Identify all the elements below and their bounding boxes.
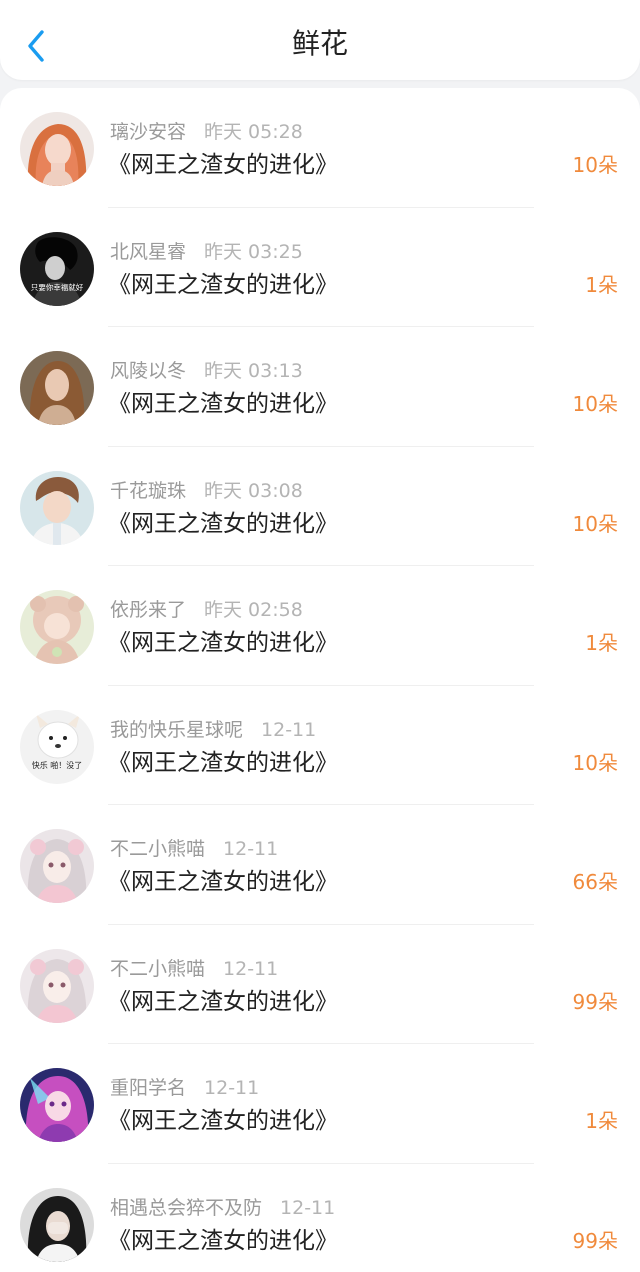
book-title[interactable]: 《网王之渣女的进化》 bbox=[108, 389, 338, 419]
avatar[interactable]: 只要你幸福就好 bbox=[20, 231, 94, 306]
book-title[interactable]: 《网王之渣女的进化》 bbox=[108, 1106, 338, 1136]
flower-count: 1朵 bbox=[585, 631, 618, 655]
sender-meta: 不二小熊喵 12-11 bbox=[110, 837, 278, 861]
sender-meta: 千花璇珠 昨天 03:08 bbox=[110, 479, 303, 503]
timestamp: 12-11 bbox=[204, 1077, 260, 1099]
sender-name[interactable]: 重阳学名 bbox=[110, 1077, 186, 1099]
sender-name[interactable]: 北风星睿 bbox=[110, 241, 186, 263]
book-title[interactable]: 《网王之渣女的进化》 bbox=[108, 987, 338, 1017]
sender-name[interactable]: 我的快乐星球呢 bbox=[110, 719, 243, 741]
list-item[interactable]: 千花璇珠 昨天 03:08 《网王之渣女的进化》 10朵 bbox=[0, 447, 640, 567]
flower-count: 66朵 bbox=[572, 870, 618, 894]
top-bar: 鲜花 bbox=[0, 0, 640, 80]
avatar[interactable] bbox=[20, 1068, 94, 1142]
flower-list[interactable]: 璃沙安容 昨天 05:28 《网王之渣女的进化》 10朵 只要你幸福就好 北风星睿… bbox=[0, 88, 640, 1272]
book-title[interactable]: 《网王之渣女的进化》 bbox=[108, 628, 338, 658]
avatar-caption: 只要你幸福就好 bbox=[31, 282, 84, 292]
list-item[interactable]: 不二小熊喵 12-11 《网王之渣女的进化》 99朵 bbox=[0, 925, 640, 1045]
list-item[interactable]: 依彤来了 昨天 02:58 《网王之渣女的进化》 1朵 bbox=[0, 566, 640, 686]
list-item[interactable]: 璃沙安容 昨天 05:28 《网王之渣女的进化》 10朵 bbox=[0, 88, 640, 208]
avatar-caption: 快乐 啪！没了 bbox=[32, 760, 83, 770]
timestamp: 昨天 03:13 bbox=[204, 360, 303, 382]
list-item[interactable]: 只要你幸福就好 北风星睿 昨天 03:25 《网王之渣女的进化》 1朵 bbox=[0, 208, 640, 328]
flower-count: 10朵 bbox=[572, 392, 618, 416]
flower-count: 1朵 bbox=[585, 1109, 618, 1133]
sender-name[interactable]: 璃沙安容 bbox=[110, 121, 186, 143]
flower-count: 99朵 bbox=[572, 989, 618, 1014]
avatar[interactable] bbox=[20, 112, 94, 186]
page-title: 鲜花 bbox=[291, 27, 348, 60]
timestamp: 12-11 bbox=[223, 957, 279, 980]
list-item[interactable]: 相遇总会猝不及防 12-11 《网王之渣女的进化》 99朵 bbox=[0, 1164, 640, 1272]
sender-meta: 北风星睿 昨天 03:25 bbox=[110, 240, 303, 264]
avatar[interactable] bbox=[20, 1187, 94, 1262]
sender-meta: 璃沙安容 昨天 05:28 bbox=[110, 120, 303, 144]
flower-count: 10朵 bbox=[572, 153, 618, 177]
sender-meta: 相遇总会猝不及防 12-11 bbox=[110, 1196, 335, 1220]
sender-name[interactable]: 不二小熊喵 bbox=[110, 838, 205, 860]
list-item[interactable]: 不二小熊喵 12-11 《网王之渣女的进化》 66朵 bbox=[0, 805, 640, 925]
sender-name[interactable]: 风陵以冬 bbox=[110, 360, 186, 382]
avatar[interactable]: 快乐 啪！没了 bbox=[20, 709, 94, 784]
book-title[interactable]: 《网王之渣女的进化》 bbox=[108, 748, 338, 778]
book-title[interactable]: 《网王之渣女的进化》 bbox=[108, 1226, 338, 1256]
timestamp: 12-11 bbox=[223, 838, 279, 860]
flower-count: 10朵 bbox=[572, 750, 618, 775]
sender-meta: 不二小熊喵 12-11 bbox=[110, 957, 278, 981]
timestamp: 昨天 03:25 bbox=[204, 240, 303, 263]
sender-name[interactable]: 不二小熊喵 bbox=[110, 958, 205, 980]
sender-meta: 重阳学名 12-11 bbox=[110, 1076, 259, 1100]
flower-count: 10朵 bbox=[572, 511, 618, 536]
list-item[interactable]: 风陵以冬 昨天 03:13 《网王之渣女的进化》 10朵 bbox=[0, 327, 640, 447]
timestamp: 昨天 05:28 bbox=[204, 121, 303, 143]
flower-count: 1朵 bbox=[585, 272, 618, 297]
flower-count: 99朵 bbox=[572, 1228, 618, 1253]
timestamp: 昨天 03:08 bbox=[204, 479, 303, 502]
book-title[interactable]: 《网王之渣女的进化》 bbox=[108, 867, 338, 897]
sender-name[interactable]: 依彤来了 bbox=[110, 599, 186, 621]
avatar[interactable] bbox=[20, 470, 94, 545]
sender-name[interactable]: 千花璇珠 bbox=[110, 480, 186, 502]
timestamp: 12-11 bbox=[261, 718, 317, 741]
timestamp: 昨天 02:58 bbox=[204, 599, 303, 621]
sender-name[interactable]: 相遇总会猝不及防 bbox=[110, 1197, 262, 1219]
avatar[interactable] bbox=[20, 829, 94, 903]
list-item[interactable]: 重阳学名 12-11 《网王之渣女的进化》 1朵 bbox=[0, 1044, 640, 1164]
avatar[interactable] bbox=[20, 948, 94, 1023]
book-title[interactable]: 《网王之渣女的进化》 bbox=[108, 509, 338, 539]
sender-meta: 我的快乐星球呢 12-11 bbox=[110, 718, 316, 742]
timestamp: 12-11 bbox=[280, 1196, 336, 1219]
sender-meta: 风陵以冬 昨天 03:13 bbox=[110, 359, 303, 383]
avatar[interactable] bbox=[20, 590, 94, 664]
book-title[interactable]: 《网王之渣女的进化》 bbox=[108, 270, 338, 300]
list-item[interactable]: 快乐 啪！没了 我的快乐星球呢 12-11 《网王之渣女的进化》 10朵 bbox=[0, 686, 640, 806]
book-title[interactable]: 《网王之渣女的进化》 bbox=[108, 150, 338, 180]
avatar[interactable] bbox=[20, 351, 94, 425]
sender-meta: 依彤来了 昨天 02:58 bbox=[110, 598, 303, 622]
